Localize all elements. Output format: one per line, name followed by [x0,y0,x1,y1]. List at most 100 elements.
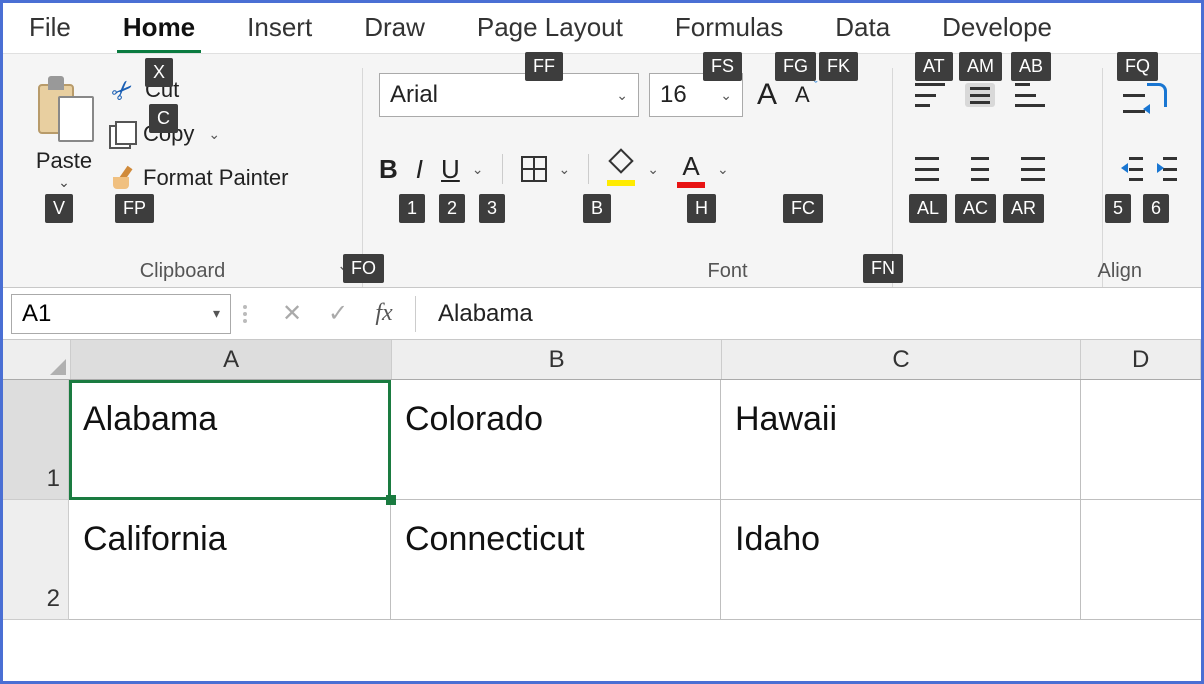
tab-file[interactable]: File [23,4,77,53]
ribbon: Paste ⌄ ✂ Cut Copy ⌄ Format Painter Clip… [3,53,1201,288]
keytip-align-bottom: AB [1011,52,1051,81]
tab-draw[interactable]: Draw [358,4,431,53]
fill-color-button[interactable]: ⌄ [607,152,659,186]
keytip-decrease-indent: 5 [1105,194,1131,223]
cell-b2[interactable]: Connecticut [391,500,721,620]
borders-button[interactable]: ⌄ [521,156,571,182]
group-label-clipboard: Clipboard [3,260,362,283]
chevron-down-icon[interactable]: ⌄ [472,161,484,178]
column-header-b[interactable]: B [392,340,721,379]
font-name-value: Arial [390,81,438,109]
column-header-a[interactable]: A [71,340,392,379]
cancel-formula-button[interactable]: ✕ [269,299,315,328]
decrease-font-size-button[interactable]: Aˇ [791,82,814,108]
keytip-wrap-text: FQ [1117,52,1158,81]
cell-c1[interactable]: Hawaii [721,380,1081,500]
format-painter-button[interactable]: Format Painter [109,160,289,196]
cells-area: Alabama Colorado Hawaii California Conne… [69,380,1201,620]
font-size-value: 16 [660,81,687,109]
formula-bar-content[interactable]: Alabama [424,300,533,328]
formula-bar: A1 ▾ ✕ ✓ fx Alabama [3,288,1201,340]
cut-button[interactable]: ✂ Cut [109,72,289,108]
worksheet: A B C D 1 2 Alabama Colorado Hawaii Cali… [3,340,1201,620]
cell-a2[interactable]: California [69,500,391,620]
keytip-borders: B [583,194,611,223]
column-header-d[interactable]: D [1081,340,1201,379]
align-right-button[interactable] [1015,157,1045,181]
cell-d2[interactable] [1081,500,1201,620]
keytip-fill: H [687,194,716,223]
increase-font-size-button[interactable]: Aˆ [753,78,781,112]
cell-b1[interactable]: Colorado [391,380,721,500]
tab-data[interactable]: Data [829,4,896,53]
keytip-clipboard-launcher: FO [343,254,384,283]
increase-indent-button[interactable] [1157,157,1177,181]
wrap-text-button[interactable] [1123,77,1163,113]
chevron-down-icon[interactable]: ⌄ [720,87,732,104]
align-top-button[interactable] [915,83,945,107]
align-middle-button[interactable] [965,83,995,107]
select-all-corner[interactable] [3,340,71,379]
decrease-indent-button[interactable] [1123,157,1143,181]
chevron-down-icon[interactable]: ⌄ [559,161,571,178]
chevron-down-icon[interactable]: ⌄ [208,126,220,143]
column-header-c[interactable]: C [722,340,1081,379]
row-headers: 1 2 [3,380,69,620]
underline-button[interactable]: U⌄ [441,154,484,185]
keytip-shrink-font: FK [819,52,858,81]
keytip-paste: V [45,194,73,223]
enter-formula-button[interactable]: ✓ [315,299,361,328]
tab-page-layout[interactable]: Page Layout [471,4,629,53]
tab-developer[interactable]: Develope [936,4,1058,53]
copy-button[interactable]: Copy ⌄ [109,116,289,152]
format-painter-label: Format Painter [143,165,289,191]
chevron-down-icon[interactable]: ⌄ [717,161,729,178]
paste-button[interactable]: Paste [36,148,92,174]
keytip-font-name: FF [525,52,563,81]
paste-icon[interactable] [34,74,94,144]
keytip-copy: C [149,104,178,133]
keytip-italic: 2 [439,194,465,223]
font-color-swatch [677,182,705,188]
name-box[interactable]: A1 ▾ [11,294,231,334]
group-alignment: Align [893,68,1103,287]
keytip-grow-font: FG [775,52,816,81]
tab-formulas[interactable]: Formulas [669,4,789,53]
ribbon-tabs: File Home Insert Draw Page Layout Formul… [3,3,1201,53]
cell-a1[interactable]: Alabama [69,380,391,500]
align-bottom-button[interactable] [1015,83,1045,107]
align-center-button[interactable] [965,157,995,181]
fill-color-swatch [607,180,635,186]
chevron-down-icon[interactable]: ⌄ [616,87,628,104]
group-clipboard: Paste ⌄ ✂ Cut Copy ⌄ Format Painter Clip… [3,68,363,287]
brush-icon [109,165,135,191]
bold-button[interactable]: B [379,154,398,185]
tab-insert[interactable]: Insert [241,4,318,53]
cell-c2[interactable]: Idaho [721,500,1081,620]
column-headers: A B C D [3,340,1201,380]
keytip-align-top: AT [915,52,953,81]
scissors-icon: ✂ [102,69,144,111]
tab-home[interactable]: Home [117,4,201,53]
keytip-font-size: FS [703,52,742,81]
align-left-button[interactable] [915,157,945,181]
chevron-down-icon[interactable]: ⌄ [647,161,659,178]
italic-button[interactable]: I [416,154,423,185]
group-indent-wrap [1103,68,1193,287]
name-box-value: A1 [22,300,51,328]
fill-handle[interactable] [386,495,396,505]
font-name-combo[interactable]: Arial ⌄ [379,73,639,117]
copy-icon [109,121,135,147]
row-header-2[interactable]: 2 [3,500,69,620]
insert-function-button[interactable]: fx [361,300,407,327]
cell-d1[interactable] [1081,380,1201,500]
bucket-icon [608,152,634,178]
keytip-align-left: AL [909,194,947,223]
paste-dropdown[interactable]: ⌄ [58,174,70,191]
chevron-down-icon[interactable]: ▾ [213,305,220,322]
underline-label: U [441,154,460,185]
keytip-align-middle: AM [959,52,1002,81]
font-color-button[interactable]: A ⌄ [677,151,729,188]
keytip-font-launcher: FN [863,254,903,283]
row-header-1[interactable]: 1 [3,380,69,500]
